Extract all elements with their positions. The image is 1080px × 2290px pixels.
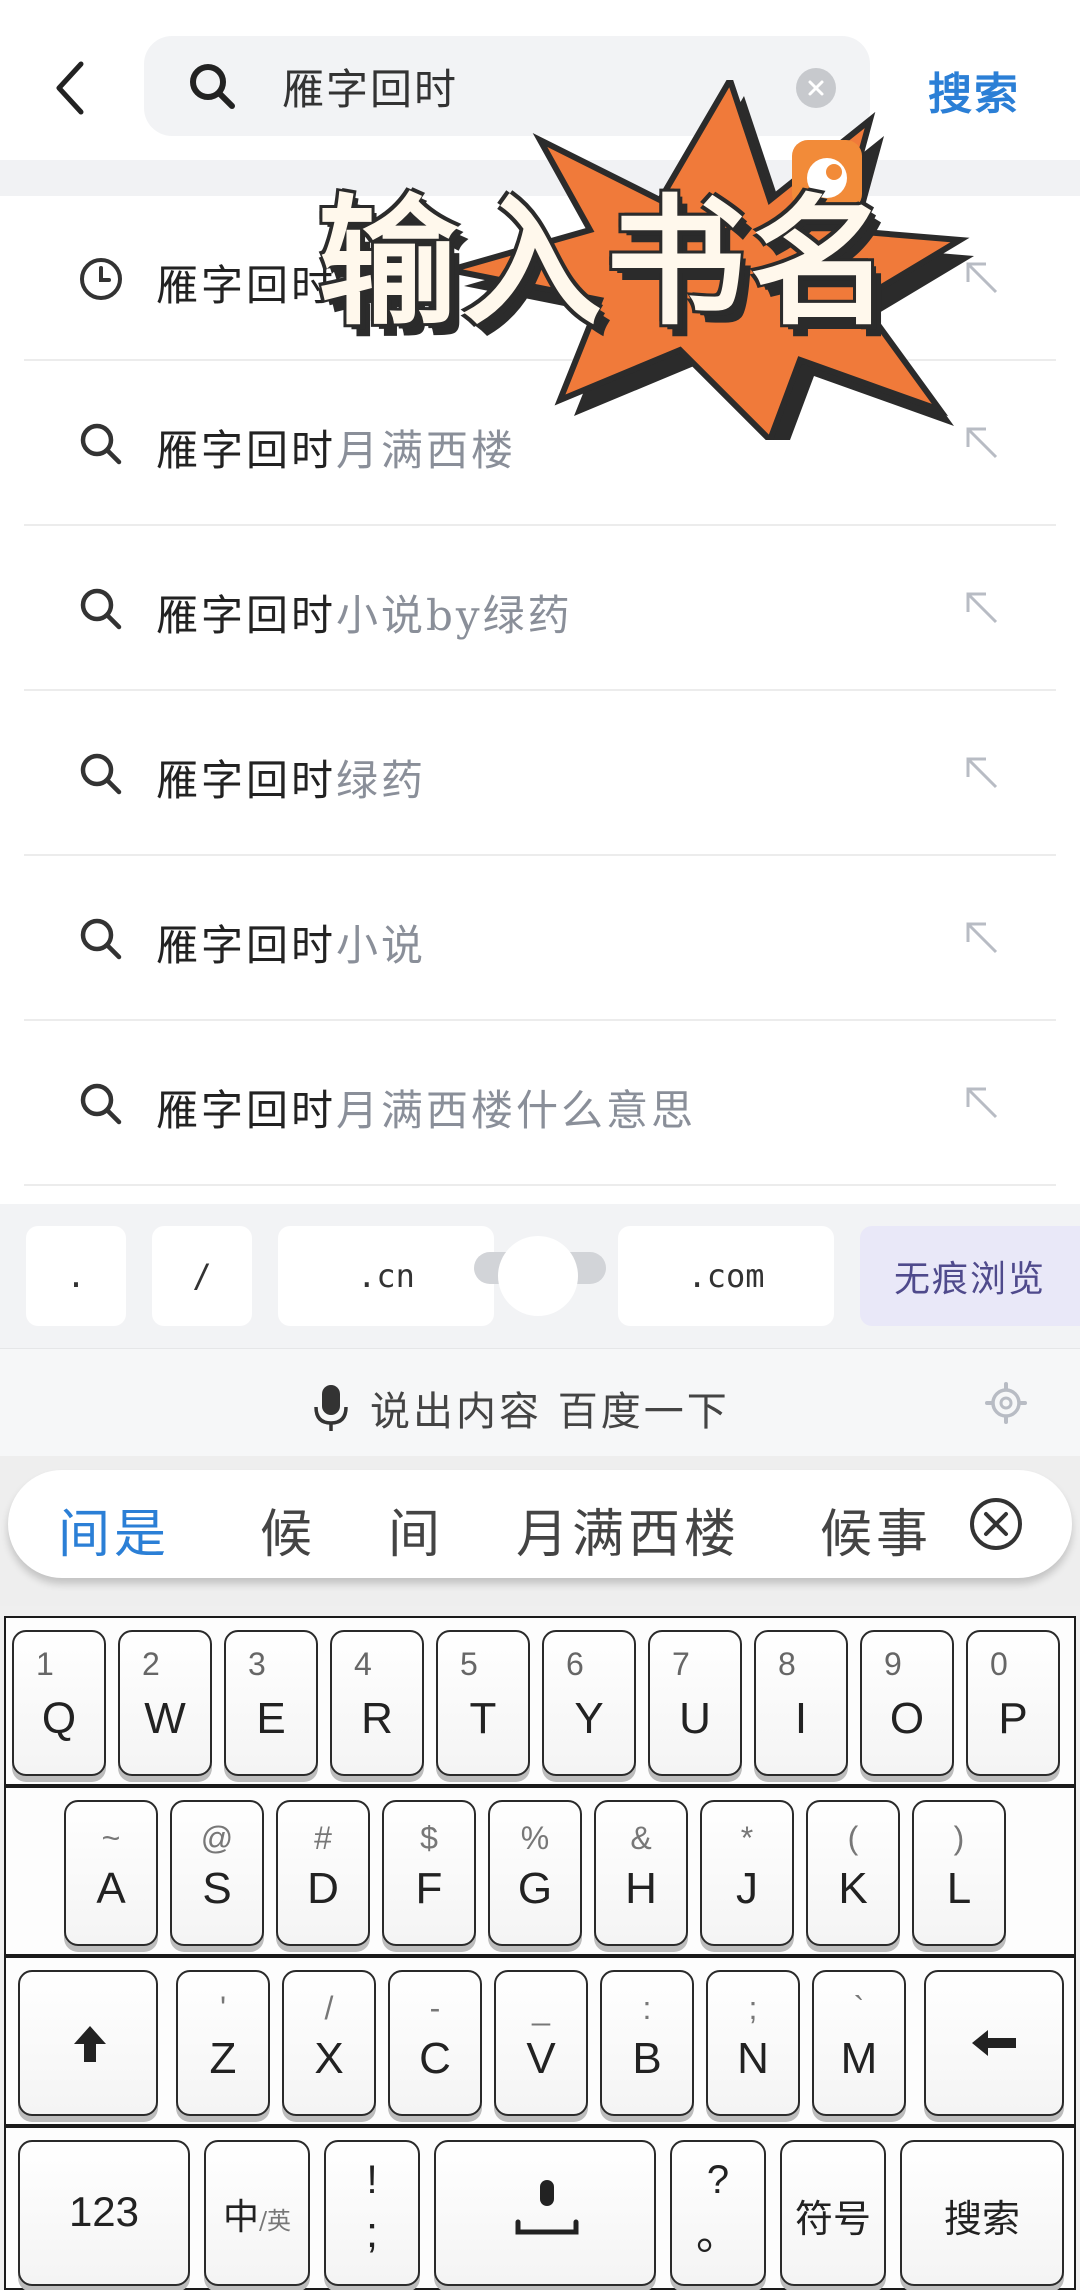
key-q[interactable]: 1Q [12, 1630, 106, 1776]
key-a[interactable]: ~ A [64, 1800, 158, 1946]
voice-search-label: 说出内容 百度一下 [370, 1389, 730, 1435]
search-icon [80, 423, 122, 465]
key-l[interactable]: ) L [912, 1800, 1006, 1946]
suggestion-row[interactable]: 雁字回时小说by绿药 [24, 526, 1056, 691]
symbols-key[interactable]: 符号 [780, 2140, 886, 2286]
suggestion-row[interactable]: 雁字回时月满西楼 [24, 361, 1056, 526]
key-m[interactable]: ` M [812, 1970, 906, 2116]
search-icon [184, 58, 240, 114]
key-x[interactable]: / X [282, 1970, 376, 2116]
voice-search-bar[interactable]: 说出内容 百度一下 [0, 1348, 1080, 1456]
suggestion-row[interactable]: 雁字回时小说 [24, 856, 1056, 1021]
key-k[interactable]: (K [806, 1800, 900, 1946]
key-t[interactable]: 5T [436, 1630, 530, 1776]
search-submit-button[interactable]: 搜索 [928, 58, 1020, 122]
chevron-left-icon [56, 61, 84, 115]
gear-icon[interactable] [984, 1381, 1028, 1425]
key-b[interactable]: :B [600, 1970, 694, 2116]
key-i[interactable]: 8I [754, 1630, 848, 1776]
candidate-item[interactable]: 间 [388, 1492, 444, 1567]
shortcut-key-cn[interactable]: .cn [278, 1226, 494, 1326]
punct-key[interactable]: ! ; [324, 2140, 420, 2286]
close-circle-icon[interactable] [968, 1496, 1024, 1552]
voice-space-icon [515, 2180, 579, 2235]
suggestion-text: 雁字回时小说by绿药 [156, 591, 573, 640]
candidate-bar: 间是 候 间 月满西楼 候事 [8, 1470, 1072, 1578]
key-d[interactable]: # D [276, 1800, 370, 1946]
search-header: 雁字回时 搜索 [0, 0, 1080, 160]
suggestion-text: 雁字回时 [156, 261, 337, 310]
key-j[interactable]: * J [700, 1800, 794, 1946]
shortcut-key-dot[interactable]: . [26, 1226, 126, 1326]
suggestion-text: 雁字回时小说 [156, 921, 427, 970]
num-mode-key[interactable]: 123 [18, 2140, 190, 2286]
overlay-title: 输入书名 [318, 182, 895, 345]
key-c[interactable]: -C [388, 1970, 482, 2116]
question-key[interactable]: ? 。 [670, 2140, 766, 2286]
candidate-area: 间是 候 间 月满西楼 候事 [0, 1456, 1080, 1606]
search-icon [80, 1083, 122, 1125]
fill-arrow-icon[interactable] [960, 751, 1004, 795]
enter-search-key[interactable]: 搜索 [900, 2140, 1064, 2286]
key-n[interactable]: ; N [706, 1970, 800, 2116]
search-input[interactable]: 雁字回时 [282, 56, 458, 117]
candidate-item[interactable]: 候 [260, 1492, 316, 1567]
fill-arrow-icon[interactable] [960, 256, 1004, 300]
incognito-button[interactable]: 无痕浏览 [860, 1226, 1080, 1326]
key-p[interactable]: 0P [966, 1630, 1060, 1776]
suggestion-text: 雁字回时月满西楼什么意思 [156, 1086, 697, 1135]
shortcut-bar: . / .cn .com 无痕浏览 [0, 1204, 1080, 1348]
keyboard-row-2: ~ A @ S # D $ F % G & H * J (K ) L [4, 1786, 1076, 1956]
fill-arrow-icon[interactable] [960, 1081, 1004, 1125]
suggestion-row[interactable]: 雁字回时月满西楼什么意思 [24, 1021, 1056, 1186]
key-r[interactable]: 4R [330, 1630, 424, 1776]
shift-key[interactable] [18, 1970, 158, 2116]
key-u[interactable]: 7U [648, 1630, 742, 1776]
shift-up-arrow-icon [74, 2026, 106, 2062]
search-icon [80, 588, 122, 630]
microphone-icon [314, 1385, 348, 1431]
shortcut-key-slash[interactable]: / [152, 1226, 252, 1326]
fill-arrow-icon[interactable] [960, 586, 1004, 630]
language-switch-key[interactable]: 中/英 [204, 2140, 310, 2286]
fill-arrow-icon[interactable] [960, 421, 1004, 465]
keyboard-row-4: 123 中/英 ! ; ? 。 符号 搜索 [4, 2126, 1076, 2290]
key-e[interactable]: 3E [224, 1630, 318, 1776]
key-f[interactable]: $ F [382, 1800, 476, 1946]
key-w[interactable]: 2W [118, 1630, 212, 1776]
keyboard-row-1: 1Q 2W 3E 4R 5T 6Y 7U 8I 9O 0P [4, 1616, 1076, 1786]
key-s[interactable]: @ S [170, 1800, 264, 1946]
search-icon [80, 918, 122, 960]
candidate-item[interactable]: 候事 [820, 1492, 932, 1567]
search-icon [80, 753, 122, 795]
keyboard-row-3: ' Z / X -C _ V :B ; N ` M [4, 1956, 1076, 2126]
space-key[interactable] [434, 2140, 656, 2286]
voice-search-button[interactable]: 说出内容 百度一下 [312, 1379, 730, 1437]
suggestion-text: 雁字回时月满西楼 [156, 426, 517, 475]
key-v[interactable]: _ V [494, 1970, 588, 2116]
key-z[interactable]: ' Z [176, 1970, 270, 2116]
backspace-key[interactable] [924, 1970, 1064, 2116]
key-g[interactable]: % G [488, 1800, 582, 1946]
shortcut-key-com[interactable]: .com [618, 1226, 834, 1326]
history-clock-icon [80, 258, 122, 300]
clear-icon[interactable] [796, 68, 836, 108]
key-o[interactable]: 9O [860, 1630, 954, 1776]
candidate-item[interactable]: 间是 [58, 1492, 170, 1567]
key-h[interactable]: & H [594, 1800, 688, 1946]
candidate-item[interactable]: 月满西楼 [516, 1492, 740, 1567]
search-input-box[interactable]: 雁字回时 [144, 36, 870, 136]
suggestion-text: 雁字回时绿药 [156, 756, 427, 805]
key-y[interactable]: 6Y [542, 1630, 636, 1776]
backspace-arrow-icon [972, 2030, 1016, 2056]
back-button[interactable] [40, 48, 100, 128]
cursor-toggle-knob[interactable] [498, 1236, 578, 1316]
fill-arrow-icon[interactable] [960, 916, 1004, 960]
keyboard: 1Q 2W 3E 4R 5T 6Y 7U 8I 9O 0P ~ A @ S # D $… [0, 1606, 1080, 2290]
suggestion-row[interactable]: 雁字回时绿药 [24, 691, 1056, 856]
